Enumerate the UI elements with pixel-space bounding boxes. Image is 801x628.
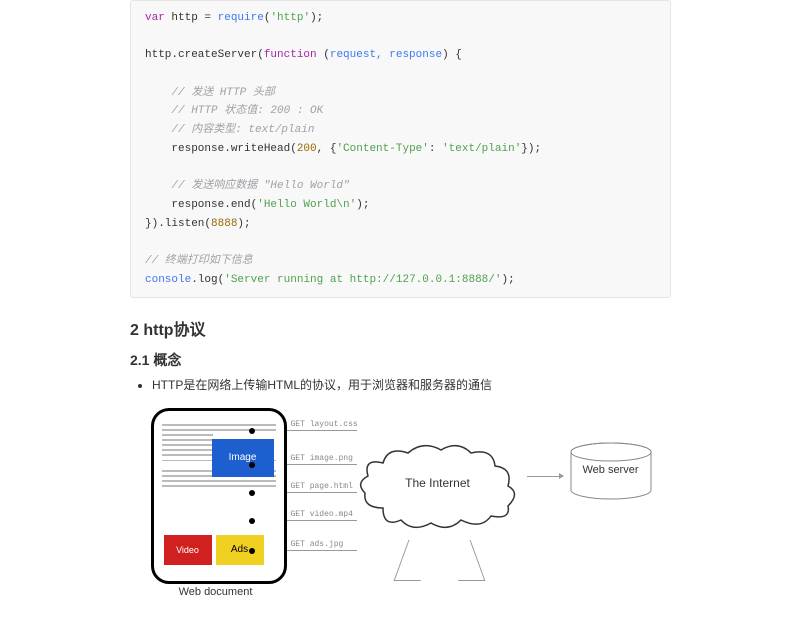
internet-label: The Internet [353,476,523,490]
diagram: Image Video Ads Web document GET layout.… [130,408,671,608]
request-label: GET ads.jpg [291,540,344,549]
video-box: Video [164,535,212,565]
subsection-heading: 2.1 概念 [130,350,671,370]
request-label: GET image.png [291,454,353,463]
section-heading: 2 http协议 [130,316,671,340]
web-document-label: Web document [151,586,281,598]
ads-box: Ads [216,535,264,565]
arrow-icon [527,476,563,477]
request-label: GET video.mp4 [291,510,353,519]
phone-icon: Image Video Ads [151,408,287,584]
image-box: Image [212,439,274,477]
webserver-label: Web server [565,464,657,476]
arrow-icon [443,540,485,581]
list-item: HTTP是在网络上传输HTML的协议，用于浏览器和服务器的通信 [152,376,671,395]
arrow-icon [393,540,435,581]
request-label: GET page.html [291,482,353,491]
request-label: GET layout.css [291,420,358,429]
bullet-list: HTTP是在网络上传输HTML的协议，用于浏览器和服务器的通信 [130,376,671,395]
code-block: var http = require('http'); http.createS… [130,0,671,298]
